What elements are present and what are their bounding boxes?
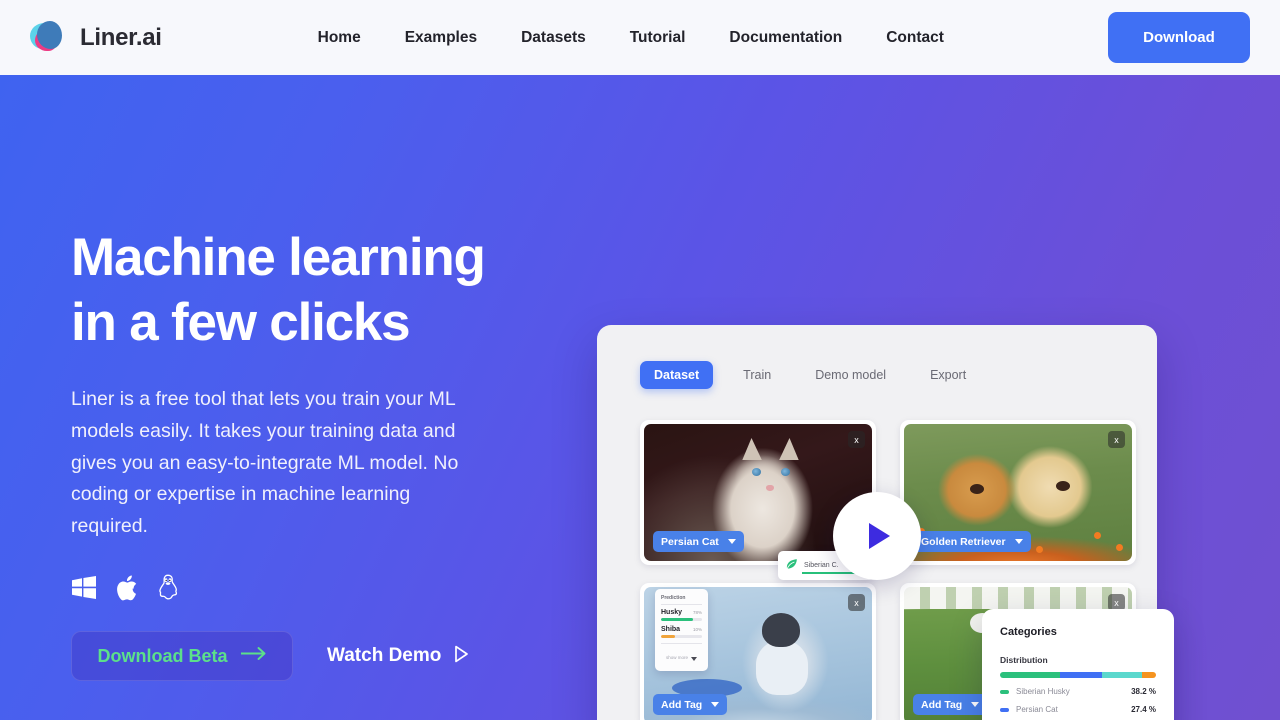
category-name: Siberian Husky	[1016, 687, 1070, 696]
main-nav: Home Examples Datasets Tutorial Document…	[296, 21, 966, 55]
add-tag-label: Add Tag	[661, 698, 703, 711]
tab-dataset[interactable]: Dataset	[640, 361, 714, 389]
apple-icon	[116, 575, 138, 601]
prediction-percent: 10%	[692, 627, 702, 632]
page-title: Machine learning in a few clicks	[71, 225, 551, 355]
dataset-card[interactable]: x Golden Retriever	[900, 420, 1136, 565]
prediction-percent: 78%	[692, 610, 702, 615]
legend-swatch-icon	[1000, 689, 1009, 694]
chevron-down-icon	[1014, 539, 1023, 544]
prediction-row: Husky 78%	[661, 609, 702, 616]
hero-section: Machine learning in a few clicks Liner i…	[0, 75, 1280, 720]
close-icon[interactable]: x	[848, 594, 865, 611]
tag-suggestion-underline	[802, 572, 860, 574]
tab-demo-model[interactable]: Demo model	[801, 361, 900, 389]
prediction-bar	[661, 618, 702, 621]
prediction-bar	[661, 635, 702, 638]
linux-tux-icon	[157, 574, 179, 601]
nav-item-documentation[interactable]: Documentation	[707, 21, 864, 55]
prediction-label: Shiba	[661, 626, 681, 633]
show-more-button[interactable]: show more	[661, 648, 702, 666]
play-triangle-icon	[869, 523, 890, 549]
distribution-bar	[1000, 672, 1156, 678]
play-triangle-icon	[454, 645, 469, 668]
distribution-label: Distribution	[1000, 655, 1048, 665]
category-legend-item: Siberian Husky 38.2 %	[1000, 687, 1156, 696]
image-tag-label: Persian Cat	[661, 535, 719, 548]
tab-train[interactable]: Train	[729, 361, 785, 389]
video-play-button[interactable]	[833, 492, 921, 580]
chevron-down-icon	[691, 648, 697, 666]
site-header: Liner.ai Home Examples Datasets Tutorial…	[0, 0, 1280, 75]
category-value: 38.2 %	[1131, 687, 1156, 696]
close-icon[interactable]: x	[848, 431, 865, 448]
windows-icon	[71, 575, 97, 600]
golden-retriever-puppies-photo: x Golden Retriever	[904, 424, 1132, 561]
nav-item-datasets[interactable]: Datasets	[499, 21, 608, 55]
download-beta-label: Download Beta	[97, 645, 228, 666]
chevron-down-icon	[711, 702, 720, 707]
tab-export[interactable]: Export	[916, 361, 980, 389]
download-button[interactable]: Download	[1108, 12, 1250, 63]
watch-demo-label: Watch Demo	[327, 645, 442, 667]
divider	[661, 604, 702, 605]
arrow-right-icon	[239, 647, 267, 665]
hero-cta-row: Download Beta Watch Demo	[71, 631, 551, 682]
image-tag-chip[interactable]: Persian Cat	[653, 531, 744, 552]
hero-subtitle: Liner is a free tool that lets you train…	[71, 388, 459, 537]
brand[interactable]: Liner.ai	[30, 20, 162, 56]
image-tag-chip[interactable]: Golden Retriever	[913, 531, 1031, 552]
hero-title-line-1: Machine learning	[71, 228, 486, 287]
categories-panel: Categories Distribution Siberian Husky 3…	[982, 609, 1174, 720]
hero-title-line-2: in a few clicks	[71, 293, 411, 353]
watch-demo-button[interactable]: Watch Demo	[327, 645, 469, 668]
add-tag-chip[interactable]: Add Tag	[653, 694, 728, 715]
category-value: 27.4 %	[1131, 705, 1156, 714]
nav-item-tutorial[interactable]: Tutorial	[608, 21, 708, 55]
prediction-popover: Prediction Husky 78% Shiba 10% show more	[655, 589, 708, 671]
image-tag-label: Golden Retriever	[921, 535, 1006, 548]
add-tag-label: Add Tag	[921, 698, 963, 711]
prediction-title: Prediction	[661, 595, 686, 601]
nav-item-contact[interactable]: Contact	[864, 21, 966, 55]
prediction-label: Husky	[661, 609, 683, 616]
divider	[661, 643, 702, 644]
category-legend-item: Persian Cat 27.4 %	[1000, 705, 1156, 714]
nav-item-examples[interactable]: Examples	[383, 21, 499, 55]
prediction-row: Shiba 10%	[661, 626, 702, 633]
category-name: Persian Cat	[1016, 705, 1058, 714]
show-more-label: show more	[665, 654, 688, 660]
liner-blob-logo-icon	[30, 20, 66, 56]
brand-name: Liner.ai	[80, 23, 162, 51]
close-icon[interactable]: x	[1108, 431, 1125, 448]
tag-suggestion-label: Siberian C.	[804, 562, 839, 569]
download-beta-button[interactable]: Download Beta	[71, 631, 293, 682]
nav-item-home[interactable]: Home	[296, 21, 383, 55]
add-tag-chip[interactable]: Add Tag	[913, 694, 988, 715]
tag-leaf-icon	[786, 557, 798, 575]
hero-copy: Machine learning in a few clicks Liner i…	[71, 225, 551, 682]
chevron-down-icon	[971, 702, 980, 707]
os-support-icons	[71, 574, 551, 601]
legend-swatch-icon	[1000, 707, 1009, 712]
mockup-tab-bar: Dataset Train Demo model Export	[640, 361, 980, 389]
chevron-down-icon	[727, 539, 736, 544]
categories-title: Categories	[1000, 626, 1057, 638]
